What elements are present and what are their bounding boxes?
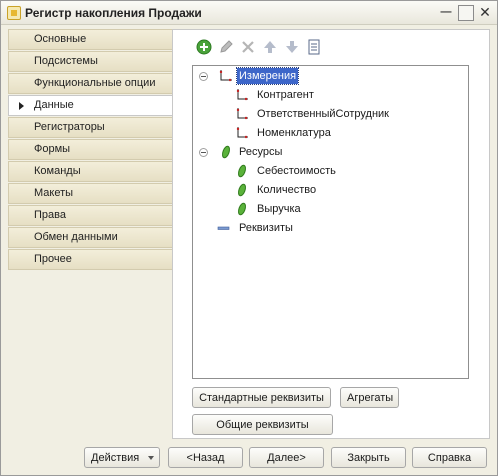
tree-node-label: Номенклатура — [257, 127, 331, 139]
close-button[interactable]: Закрыть — [331, 447, 406, 468]
nav-item-subsystems[interactable]: Подсистемы — [8, 51, 172, 72]
nav-item-templates[interactable]: Макеты — [8, 183, 172, 204]
tree-node-counterparty[interactable]: Контрагент — [235, 87, 455, 103]
tree-node-dimensions[interactable]: Измерения — [199, 67, 459, 85]
tree-node-label: Измерения — [235, 67, 300, 85]
nav-item-data[interactable]: Данные — [8, 95, 172, 116]
resource-icon — [238, 202, 246, 216]
nav-item-label: Прочее — [34, 253, 72, 265]
dimension-icon — [236, 127, 248, 139]
nav-item-data-exchange[interactable]: Обмен данными — [8, 227, 172, 248]
nav-item-label: Формы — [34, 143, 71, 155]
collapse-icon[interactable] — [199, 148, 208, 157]
minimize-button[interactable]: — — [438, 5, 454, 21]
nav-item-label: Права — [34, 209, 66, 221]
collapse-icon[interactable] — [199, 72, 208, 81]
nav-item-registrars[interactable]: Регистраторы — [8, 117, 172, 138]
nav-item-label: Обмен данными — [34, 231, 118, 243]
nav-item-label: Подсистемы — [34, 55, 98, 67]
tree-node-label: Реквизиты — [239, 222, 293, 234]
tree-node-label: Ресурсы — [239, 146, 283, 158]
nav-item-label: Команды — [34, 165, 81, 177]
tree-node-cost[interactable]: Себестоимость — [235, 163, 455, 179]
add-icon[interactable] — [195, 38, 213, 56]
register-icon — [7, 6, 21, 20]
register-window: Регистр накопления Продажи — ✕ Основные … — [0, 0, 498, 476]
standard-attributes-button[interactable]: Стандартные реквизиты — [192, 387, 331, 408]
delete-icon[interactable] — [239, 38, 257, 56]
tree-node-quantity[interactable]: Количество — [235, 182, 455, 198]
tree-node-nomenclature[interactable]: Номенклатура — [235, 125, 455, 141]
nav-item-label: Данные — [34, 99, 74, 111]
nav-item-forms[interactable]: Формы — [8, 139, 172, 160]
tree-node-attributes[interactable]: Реквизиты — [217, 220, 457, 236]
nav-item-label: Регистраторы — [34, 121, 105, 133]
tree-node-label: Выручка — [257, 203, 301, 215]
actions-dropdown[interactable]: Действия — [84, 447, 160, 468]
data-panel: Измерения Контрагент ОтветственныйСотруд… — [172, 29, 490, 439]
nav-item-label: Основные — [34, 33, 87, 45]
nav-item-label: Функциональные опции — [34, 77, 156, 89]
tree-node-label: Контрагент — [257, 89, 314, 101]
settings-nav: Основные Подсистемы Функциональные опции… — [8, 29, 172, 271]
maximize-button[interactable] — [458, 5, 474, 21]
data-tree: Измерения Контрагент ОтветственныйСотруд… — [192, 65, 469, 379]
title-bar: Регистр накопления Продажи — ✕ — [1, 1, 497, 25]
nav-item-functional-options[interactable]: Функциональные опции — [8, 73, 172, 94]
aggregates-button[interactable]: Агрегаты — [340, 387, 399, 408]
nav-item-rights[interactable]: Права — [8, 205, 172, 226]
nav-item-label: Макеты — [34, 187, 74, 199]
move-down-icon[interactable] — [283, 38, 301, 56]
close-window-button[interactable]: ✕ — [477, 5, 493, 21]
tree-node-resources[interactable]: Ресурсы — [199, 144, 459, 160]
nav-item-other[interactable]: Прочее — [8, 249, 172, 270]
help-button[interactable]: Справка — [412, 447, 487, 468]
dimension-icon — [236, 89, 248, 101]
back-button[interactable]: <Назад — [168, 447, 243, 468]
resource-icon — [238, 183, 246, 197]
tree-node-revenue[interactable]: Выручка — [235, 201, 455, 217]
active-arrow-icon — [19, 102, 24, 110]
resource-icon — [222, 145, 230, 159]
list-icon[interactable] — [305, 38, 323, 56]
dimension-icon — [236, 108, 248, 120]
tree-node-responsible-employee[interactable]: ОтветственныйСотрудник — [235, 106, 455, 122]
tree-node-label: ОтветственныйСотрудник — [257, 108, 389, 120]
nav-item-commands[interactable]: Команды — [8, 161, 172, 182]
next-button[interactable]: Далее> — [249, 447, 324, 468]
resource-icon — [238, 164, 246, 178]
edit-icon[interactable] — [217, 38, 235, 56]
tree-node-label: Себестоимость — [257, 165, 336, 177]
move-up-icon[interactable] — [261, 38, 279, 56]
common-attributes-button[interactable]: Общие реквизиты — [192, 414, 333, 435]
dimension-icon — [219, 70, 232, 82]
attribute-icon — [217, 226, 230, 230]
window-title: Регистр накопления Продажи — [25, 6, 202, 20]
tree-node-label: Количество — [257, 184, 317, 196]
nav-item-main[interactable]: Основные — [8, 29, 172, 50]
